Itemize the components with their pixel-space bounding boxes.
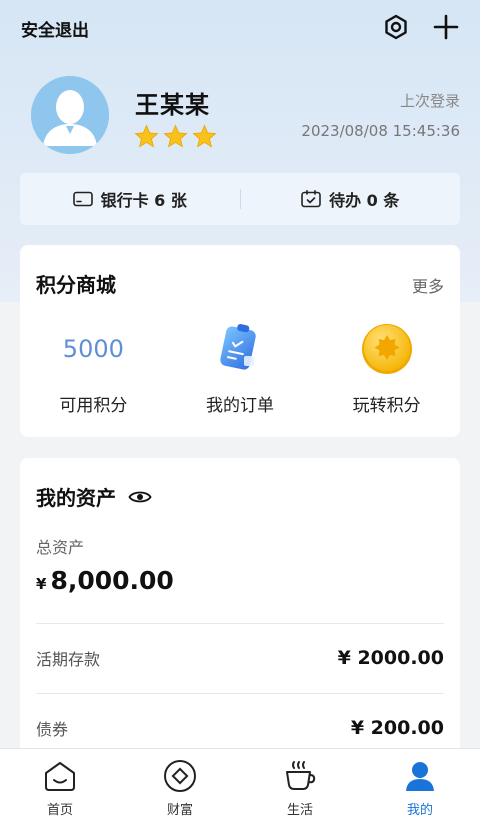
total-assets-label: 总资产 [36,538,85,557]
divider [36,693,444,694]
logout-button[interactable]: 安全退出 [21,16,89,41]
asset-row-value: ¥ 200.00 [350,717,444,739]
total-assets-amount: 8,000.00 [50,566,174,595]
top-header: 安全退出 [0,0,480,56]
my-orders-item[interactable]: 我的订单 [167,321,314,416]
tab-home[interactable]: 首页 [0,749,120,821]
my-orders-label: 我的订单 [206,396,274,416]
star-icon [192,124,217,148]
home-icon [43,759,77,793]
tab-label: 财富 [166,803,193,818]
avatar[interactable] [31,76,109,154]
currency-symbol: ¥ [36,575,47,593]
last-login-label: 上次登录 [399,92,460,110]
points-mall-card: 积分商城 更多 5000 可用积分 我的订单 玩转积分 [20,245,460,437]
bank-card-label: 银行卡 6 张 [100,191,187,210]
tab-label: 生活 [286,803,313,818]
divider [36,623,444,624]
star-rating [134,124,217,149]
calendar-check-icon [301,190,321,208]
star-icon [163,124,188,148]
tab-mine[interactable]: 我的 [360,749,480,821]
assets-title-row: 我的资产 [36,482,152,511]
points-grid: 5000 可用积分 我的订单 玩转积分 [20,321,460,416]
todo-stat[interactable]: 待办 0 条 [241,187,461,211]
bottom-tab-bar: 首页 财富 生活 我的 [0,748,480,821]
tab-label: 我的 [406,803,433,818]
available-points-item[interactable]: 5000 可用积分 [20,321,167,416]
assets-card: 我的资产 总资产 ¥ 8,000.00 活期存款 ¥ 2000.00 债券 ¥ … [20,458,460,778]
asset-row-value: ¥ 2000.00 [337,647,444,669]
tab-life[interactable]: 生活 [240,749,360,821]
tab-label: 首页 [46,803,73,818]
total-assets-value: ¥ 8,000.00 [36,566,174,595]
stats-bar: 银行卡 6 张 待办 0 条 [20,173,460,225]
assets-title: 我的资产 [36,486,116,510]
available-points-label: 可用积分 [59,396,128,416]
star-icon [134,124,159,148]
user-name: 王某某 [135,91,210,119]
asset-row-bonds[interactable]: 债券 ¥ 200.00 [36,716,444,740]
play-points-item[interactable]: 玩转积分 [313,321,460,416]
user-icon [403,759,437,793]
asset-row-demand-deposit[interactable]: 活期存款 ¥ 2000.00 [36,646,444,670]
last-login-time: 2023/08/08 15:45:36 [301,122,460,140]
bank-card-stat[interactable]: 银行卡 6 张 [20,187,240,211]
coffee-icon [283,759,317,793]
wealth-icon [163,759,197,793]
settings-icon[interactable] [381,12,411,42]
todo-label: 待办 0 条 [329,191,400,210]
order-icon [220,324,256,370]
play-points-label: 玩转积分 [352,396,421,416]
card-icon [72,191,93,207]
asset-row-label: 活期存款 [36,650,101,669]
more-link[interactable]: 更多 [412,273,444,297]
coin-icon [361,324,412,374]
plus-icon[interactable] [431,12,461,42]
asset-row-label: 债券 [36,720,69,739]
tab-wealth[interactable]: 财富 [120,749,240,821]
points-mall-title: 积分商城 [36,273,116,297]
available-points-value: 5000 [62,335,124,363]
eye-icon[interactable] [128,489,152,505]
